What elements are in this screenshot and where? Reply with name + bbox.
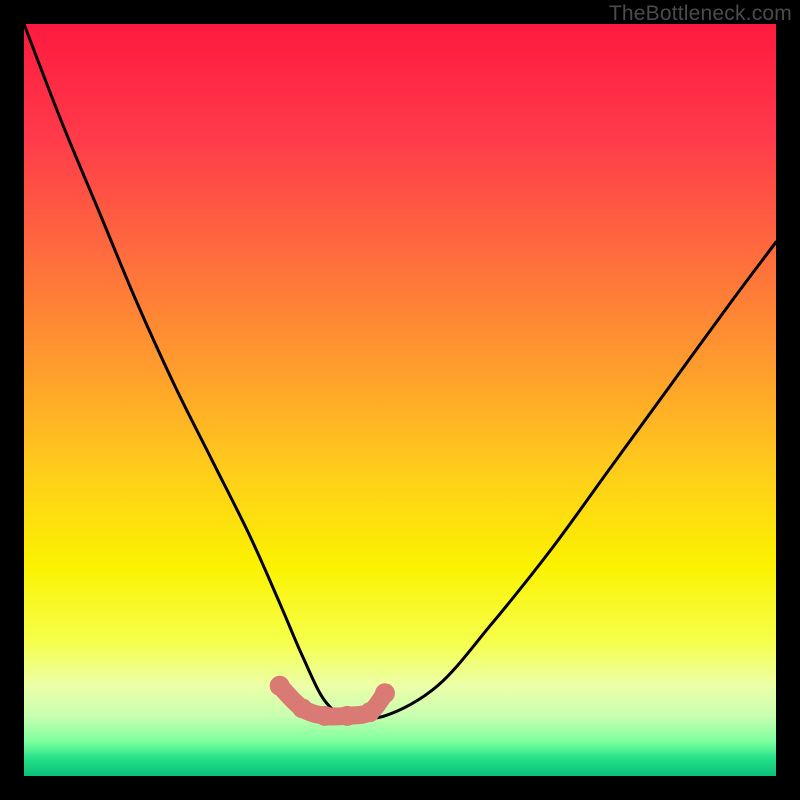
chart-area — [24, 24, 776, 776]
chart-lines — [24, 24, 776, 776]
bottleneck-curve — [24, 24, 776, 719]
watermark-text: TheBottleneck.com — [609, 2, 792, 26]
